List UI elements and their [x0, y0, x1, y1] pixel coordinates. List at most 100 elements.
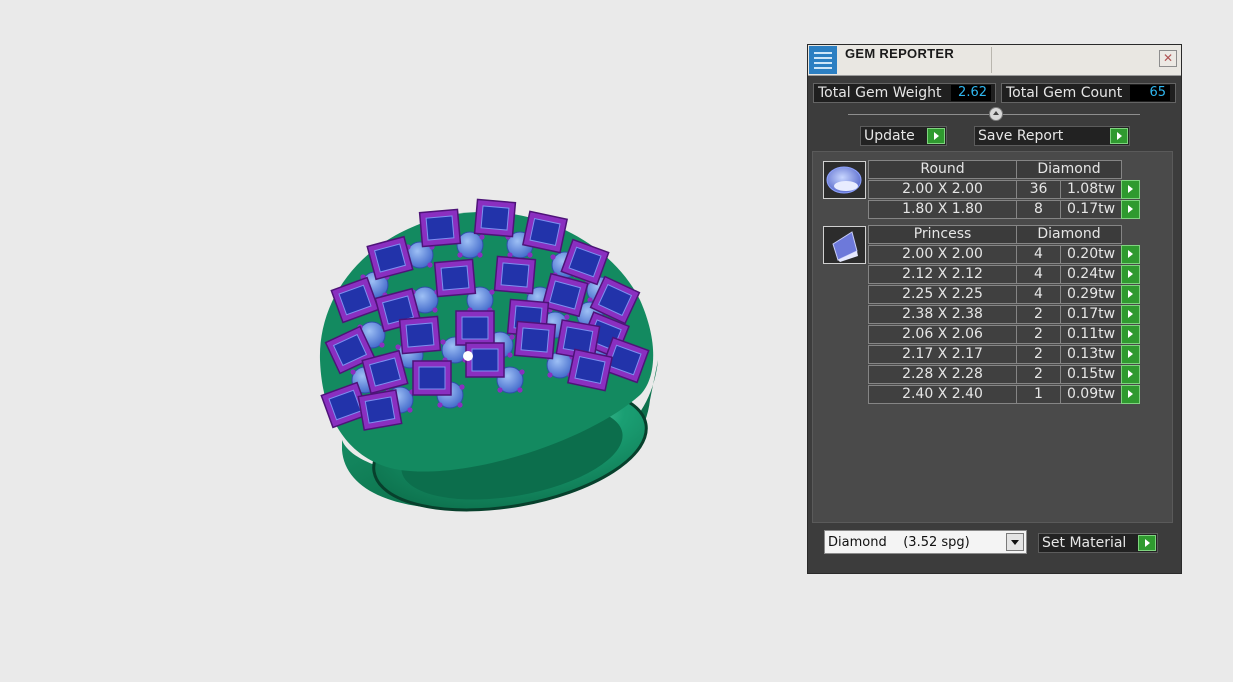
chevron-down-icon[interactable]	[1006, 533, 1024, 551]
group-shape-header: Round	[868, 160, 1017, 179]
gem-row-size: 1.80 X 1.80	[868, 200, 1017, 219]
total-gem-count-label: Total Gem Count	[1006, 85, 1123, 101]
collapse-handle[interactable]	[989, 107, 1003, 121]
gem-row-count: 2	[1016, 365, 1061, 384]
gem-row-weight: 0.17tw	[1060, 305, 1122, 324]
material-select-value: Diamond (3.52 spg)	[828, 535, 970, 550]
update-button[interactable]: Update	[860, 126, 947, 146]
gem-list: Round Diamond 2.00 X 2.00 36 1.08tw 1.80 X 1.…	[812, 151, 1173, 523]
prong	[477, 252, 483, 258]
gem-row-size: 2.06 X 2.06	[868, 325, 1017, 344]
gem-row-count: 4	[1016, 265, 1061, 284]
3d-viewport[interactable]	[0, 0, 800, 682]
gem-row-count: 1	[1016, 385, 1061, 404]
select-gem-row-button[interactable]	[1121, 325, 1140, 344]
prong	[457, 252, 463, 258]
gem-row-size: 2.00 X 2.00	[868, 245, 1017, 264]
gem-row-weight: 0.29tw	[1060, 285, 1122, 304]
princess-stone	[398, 315, 442, 355]
gem-row-size: 2.38 X 2.38	[868, 305, 1017, 324]
prong	[407, 407, 413, 413]
prong	[517, 387, 523, 393]
prong	[507, 352, 513, 358]
select-gem-row-button[interactable]	[1121, 285, 1140, 304]
prong	[427, 262, 433, 268]
close-button[interactable]: ✕	[1159, 50, 1177, 67]
play-arrow-icon	[1138, 535, 1156, 551]
gem-row-weight: 1.08tw	[1060, 180, 1122, 199]
prong	[519, 369, 525, 375]
prong	[440, 339, 446, 345]
gem-row-weight: 0.17tw	[1060, 200, 1122, 219]
highlight-sparkle	[463, 351, 473, 361]
princess-stone	[418, 208, 462, 248]
gem-row-size: 2.17 X 2.17	[868, 345, 1017, 364]
prong	[395, 344, 401, 350]
gem-row-count: 36	[1016, 180, 1061, 199]
select-gem-row-button[interactable]	[1121, 180, 1140, 199]
prong	[550, 254, 556, 260]
group-material-header: Diamond	[1016, 160, 1122, 179]
total-gem-weight-value: 2.62	[951, 85, 991, 101]
select-gem-row-button[interactable]	[1121, 245, 1140, 264]
total-gem-weight: Total Gem Weight 2.62	[813, 83, 996, 103]
total-gem-weight-label: Total Gem Weight	[818, 85, 942, 101]
ring-model	[319, 198, 658, 512]
gem-row-count: 2	[1016, 345, 1061, 364]
save-report-button[interactable]: Save Report	[974, 126, 1130, 146]
select-gem-row-button[interactable]	[1121, 345, 1140, 364]
gem-row-count: 2	[1016, 325, 1061, 344]
princess-stone	[521, 210, 569, 254]
prong	[564, 314, 570, 320]
gem-row-count: 2	[1016, 305, 1061, 324]
prong	[459, 384, 465, 390]
save-report-button-label: Save Report	[978, 128, 1064, 144]
gem-row-size: 2.00 X 2.00	[868, 180, 1017, 199]
princess-stone	[465, 342, 505, 378]
set-material-button-label: Set Material	[1042, 535, 1127, 551]
princess-stone	[566, 348, 614, 392]
prong	[527, 252, 533, 258]
gem-row-size: 2.40 X 2.40	[868, 385, 1017, 404]
select-gem-row-button[interactable]	[1121, 385, 1140, 404]
select-gem-row-button[interactable]	[1121, 265, 1140, 284]
prong	[379, 342, 385, 348]
update-button-label: Update	[864, 128, 915, 144]
prong	[489, 289, 495, 295]
title-bar[interactable]: GEM REPORTER ✕	[808, 45, 1181, 76]
total-gem-count-value: 65	[1130, 85, 1170, 101]
title-divider	[991, 47, 992, 73]
play-arrow-icon	[927, 128, 945, 144]
gem-row-size: 2.25 X 2.25	[868, 285, 1017, 304]
gem-row-weight: 0.13tw	[1060, 345, 1122, 364]
princess-stone	[473, 198, 517, 238]
gem-row-count: 4	[1016, 245, 1061, 264]
panel-title: GEM REPORTER	[845, 46, 955, 61]
select-gem-row-button[interactable]	[1121, 200, 1140, 219]
material-select[interactable]: Diamond (3.52 spg)	[824, 530, 1027, 554]
select-gem-row-button[interactable]	[1121, 305, 1140, 324]
set-material-button[interactable]: Set Material	[1038, 533, 1158, 553]
gem-reporter-panel: GEM REPORTER ✕ Total Gem Weight 2.62 Tot…	[807, 44, 1182, 574]
princess-stone	[357, 389, 403, 431]
gem-reporter-app-icon	[809, 46, 837, 74]
play-arrow-icon	[1110, 128, 1128, 144]
princess-stone	[493, 255, 537, 295]
gem-row-weight: 0.20tw	[1060, 245, 1122, 264]
round-gem-icon	[823, 161, 866, 199]
group-shape-header: Princess	[868, 225, 1017, 244]
gem-row-weight: 0.11tw	[1060, 325, 1122, 344]
gem-row-weight: 0.15tw	[1060, 365, 1122, 384]
princess-stone	[455, 310, 495, 346]
prong	[479, 234, 485, 240]
gem-row-weight: 0.24tw	[1060, 265, 1122, 284]
prong	[457, 402, 463, 408]
select-gem-row-button[interactable]	[1121, 365, 1140, 384]
prong	[509, 334, 515, 340]
prong	[547, 372, 553, 378]
group-material-header: Diamond	[1016, 225, 1122, 244]
prong	[432, 307, 438, 313]
princess-gem-icon	[823, 226, 866, 264]
prong	[350, 369, 356, 375]
gem-row-count: 8	[1016, 200, 1061, 219]
